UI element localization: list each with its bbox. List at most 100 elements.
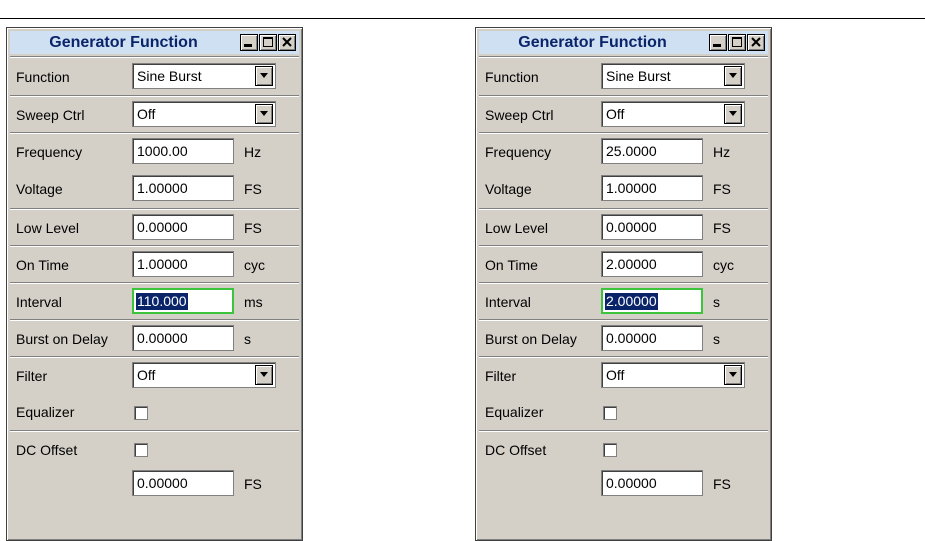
low-level-value: 0.00000 [137,219,188,235]
on-time-input[interactable]: 2.00000 [601,251,703,277]
filter-dropdown[interactable]: Off [601,362,745,388]
filter-dropdown-button[interactable] [255,365,273,385]
burst-on-delay-value: 0.00000 [606,330,657,346]
filter-dropdown[interactable]: Off [132,362,276,388]
equalizer-label: Equalizer [16,404,75,420]
interval-row: Interval 2.00000 s [479,282,768,319]
close-icon [282,37,292,47]
interval-value: 2.00000 [605,293,658,310]
equalizer-checkbox[interactable] [134,406,148,420]
filter-label: Filter [485,368,517,384]
dc-offset-unit: FS [244,476,262,492]
frequency-unit: Hz [713,144,731,160]
panel-titlebar[interactable]: Generator Function [479,31,768,54]
dc-offset-group: DC Offset 0.00000 FS [10,430,299,538]
close-icon [751,37,761,47]
chevron-down-icon [260,73,268,78]
function-row: Function Sine Burst [479,56,768,95]
function-dropdown-button[interactable] [255,66,273,86]
frequency-input[interactable]: 1000.00 [132,138,234,164]
dc-offset-group: DC Offset 0.00000 FS [479,430,768,538]
voltage-unit: FS [244,181,262,197]
close-button[interactable] [747,34,765,51]
panel-title: Generator Function [518,34,667,51]
chevron-down-icon [260,111,268,116]
dc-offset-checkbox[interactable] [134,443,148,457]
voltage-label: Voltage [16,181,63,197]
frequency-voltage-group: Frequency 25.0000 Hz Voltage 1.00000 FS [479,132,768,208]
sweep-ctrl-value: Off [137,106,156,122]
voltage-input[interactable]: 1.00000 [601,175,703,201]
burst-on-delay-value: 0.00000 [137,330,188,346]
burst-on-delay-label: Burst on Delay [16,331,108,347]
on-time-unit: cyc [713,257,734,273]
dc-offset-input[interactable]: 0.00000 [132,470,234,496]
dc-offset-label: DC Offset [485,442,547,458]
interval-value: 110.000 [136,293,188,310]
minimize-icon [244,44,252,47]
dc-offset-input[interactable]: 0.00000 [601,470,703,496]
dc-offset-label: DC Offset [16,442,78,458]
function-value: Sine Burst [137,68,202,84]
sweep-ctrl-label: Sweep Ctrl [485,107,554,123]
panel-titlebar[interactable]: Generator Function [10,31,299,54]
maximize-button[interactable] [728,34,746,51]
voltage-input[interactable]: 1.00000 [132,175,234,201]
on-time-value: 1.00000 [137,256,188,272]
sweep-ctrl-dropdown[interactable]: Off [601,101,745,127]
filter-equalizer-group: Filter Off Equalizer [10,356,299,430]
function-dropdown[interactable]: Sine Burst [132,63,276,89]
sweep-ctrl-dropdown-button[interactable] [724,104,742,124]
frequency-input[interactable]: 25.0000 [601,138,703,164]
chevron-down-icon [729,372,737,377]
filter-equalizer-group: Filter Off Equalizer [479,356,768,430]
burst-on-delay-row: Burst on Delay 0.00000 s [10,319,299,356]
panel-title: Generator Function [49,34,198,51]
voltage-unit: FS [713,181,731,197]
generator-function-panel-1: Generator Function Function Sine Burst S… [6,27,303,541]
dc-offset-checkbox[interactable] [603,443,617,457]
equalizer-label: Equalizer [485,404,544,420]
frequency-voltage-group: Frequency 1000.00 Hz Voltage 1.00000 FS [10,132,299,208]
on-time-unit: cyc [244,257,265,273]
chevron-down-icon [260,372,268,377]
filter-value: Off [606,367,625,383]
on-time-input[interactable]: 1.00000 [132,251,234,277]
function-dropdown-button[interactable] [724,66,742,86]
voltage-value: 1.00000 [137,180,188,196]
low-level-input[interactable]: 0.00000 [132,214,234,240]
burst-on-delay-label: Burst on Delay [485,331,577,347]
frequency-value: 1000.00 [137,143,188,159]
function-dropdown[interactable]: Sine Burst [601,63,745,89]
frequency-label: Frequency [485,144,552,160]
on-time-row: On Time 1.00000 cyc [10,245,299,282]
on-time-label: On Time [16,257,69,273]
burst-on-delay-unit: s [713,331,720,347]
maximize-button[interactable] [259,34,277,51]
burst-on-delay-input[interactable]: 0.00000 [132,325,234,351]
frequency-label: Frequency [16,144,83,160]
interval-input[interactable]: 2.00000 [601,288,703,314]
interval-label: Interval [16,294,62,310]
dc-offset-value: 0.00000 [606,475,657,491]
low-level-input[interactable]: 0.00000 [601,214,703,240]
function-value: Sine Burst [606,68,671,84]
close-button[interactable] [278,34,296,51]
interval-label: Interval [485,294,531,310]
interval-input[interactable]: 110.000 [132,288,234,314]
function-label: Function [16,69,70,85]
burst-on-delay-unit: s [244,331,251,347]
low-level-unit: FS [244,220,262,236]
filter-label: Filter [16,368,48,384]
sweep-ctrl-row: Sweep Ctrl Off [479,95,768,132]
low-level-value: 0.00000 [606,219,657,235]
burst-on-delay-input[interactable]: 0.00000 [601,325,703,351]
equalizer-checkbox[interactable] [603,406,617,420]
interval-unit: ms [244,294,263,310]
low-level-label: Low Level [485,220,549,236]
sweep-ctrl-dropdown[interactable]: Off [132,101,276,127]
minimize-button[interactable] [240,34,258,51]
filter-dropdown-button[interactable] [724,365,742,385]
sweep-ctrl-dropdown-button[interactable] [255,104,273,124]
minimize-button[interactable] [709,34,727,51]
